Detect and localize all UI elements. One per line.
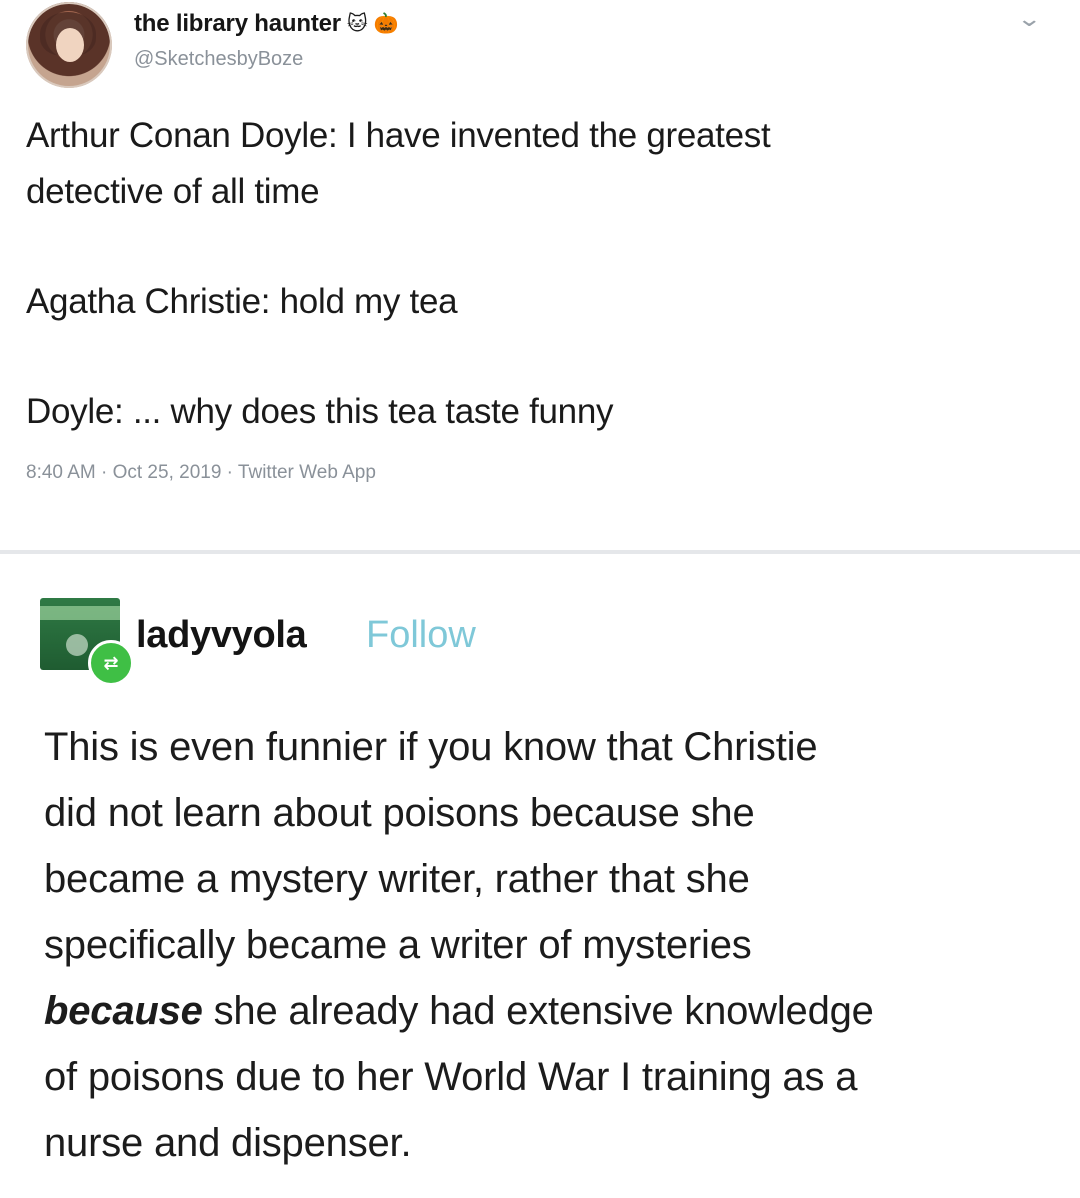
- reply-text-line: specifically became a writer of mysterie…: [44, 923, 752, 967]
- tweet-handle[interactable]: @SketchesbyBoze: [134, 48, 303, 71]
- emphasized-word: because: [44, 989, 203, 1033]
- reply-text-line: did not learn about poisons because she: [44, 791, 755, 835]
- tweet-display-name[interactable]: the library haunter: [134, 10, 341, 38]
- avatar-face-shape: [56, 28, 84, 62]
- tweet-body: Arthur Conan Doyle: I have invented the …: [26, 108, 986, 440]
- chevron-down-icon[interactable]: ⌄: [1016, 6, 1042, 32]
- reply-text-line: of poisons due to her World War I traini…: [44, 1055, 858, 1099]
- follow-button[interactable]: Follow: [366, 614, 476, 657]
- avatar-mark-shape: [66, 634, 88, 656]
- reply-text-line: became a mystery writer, rather that she: [44, 857, 750, 901]
- pumpkin-emoji-icon: 🎃: [373, 13, 399, 35]
- cat-emoji-icon: 🐱: [346, 13, 368, 35]
- tweet-timestamp[interactable]: 8:40 AM · Oct 25, 2019 · Twitter Web App: [26, 462, 376, 484]
- tweet-author-row: the library haunter 🐱 🎃: [134, 10, 399, 38]
- reply-text-line: nurse and dispenser.: [44, 1121, 412, 1165]
- avatar-band-shape: [40, 606, 120, 620]
- reply-text-fragment: she already had extensive knowledge: [202, 989, 874, 1033]
- tweet-card: the library haunter 🐱 🎃 @SketchesbyBoze …: [0, 0, 1080, 545]
- tweet-text-line: detective of all time: [26, 172, 320, 211]
- section-divider: [0, 550, 1080, 554]
- reply-username[interactable]: ladyvyola: [136, 614, 307, 657]
- tweet-text-line: Doyle: ... why does this tea taste funny: [26, 392, 614, 431]
- reply-text-line: This is even funnier if you know that Ch…: [44, 725, 818, 769]
- reblog-badge-icon: ⇄: [88, 640, 134, 686]
- tweet-text-line: Agatha Christie: hold my tea: [26, 282, 458, 321]
- reply-body: This is even funnier if you know that Ch…: [44, 714, 1044, 1176]
- tweet-text-line: Arthur Conan Doyle: I have invented the …: [26, 116, 771, 155]
- tweet-author-avatar[interactable]: [26, 2, 112, 88]
- reply-text-line-emphasis: because she already had extensive knowle…: [44, 978, 1044, 1044]
